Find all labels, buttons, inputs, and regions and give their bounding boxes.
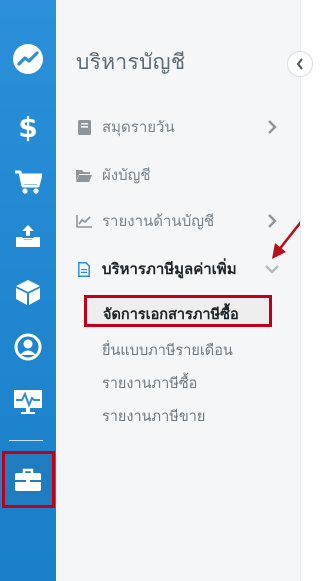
submenu-item-monthly-filing[interactable]: ยื่นแบบภาษีรายเดือน [102, 339, 233, 362]
document-icon [76, 261, 92, 277]
icon-rail: $ [0, 0, 56, 581]
trend-logo-icon[interactable] [0, 31, 56, 87]
folder-icon [76, 167, 92, 183]
monitor-pulse-icon[interactable] [0, 374, 56, 430]
submenu-item-sales-tax-report[interactable]: รายงานภาษีขาย [102, 405, 205, 428]
collapse-panel-button[interactable] [287, 51, 313, 77]
submenu-item-purchase-tax-report[interactable]: รายงานภาษีซื้อ [102, 372, 197, 395]
menu-item-label: บริหารภาษีมูลค่าเพิ่ม [102, 260, 237, 278]
submenu-item-purchase-tax-docs[interactable]: จัดการเอกสารภาษีซื้อ [84, 295, 272, 327]
content-edge [300, 0, 312, 581]
chevron-left-icon [296, 58, 303, 70]
tray-upload-icon[interactable] [0, 209, 56, 265]
menu-item-journal[interactable]: สมุดรายวัน [56, 107, 300, 147]
accounting-menu-panel: บริหารบัญชี สมุดรายวัน ผังบัญชี รายงานด้… [56, 0, 300, 581]
submenu-item-label: จัดการเอกสารภาษีซื้อ [103, 307, 239, 323]
menu-item-vat-management[interactable]: บริหารภาษีมูลค่าเพิ่ม [56, 249, 300, 289]
user-circle-icon[interactable] [0, 319, 56, 375]
dollar-icon[interactable]: $ [0, 99, 56, 155]
cart-icon[interactable] [0, 154, 56, 210]
menu-item-label: ผังบัญชี [102, 166, 151, 184]
rail-divider [9, 440, 43, 441]
chevron-right-icon [265, 120, 279, 134]
menu-item-chart-of-accounts[interactable]: ผังบัญชี [56, 155, 300, 195]
svg-text:$: $ [18, 112, 37, 142]
menu-item-accounting-reports[interactable]: รายงานด้านบัญชี [56, 201, 300, 241]
menu-item-label: รายงานด้านบัญชี [102, 212, 215, 230]
chart-icon [76, 213, 92, 229]
book-icon [76, 119, 92, 135]
briefcase-icon[interactable] [0, 452, 56, 508]
menu-item-label: สมุดรายวัน [102, 118, 175, 136]
panel-title: บริหารบัญชี [76, 50, 186, 74]
box-icon[interactable] [0, 264, 56, 320]
